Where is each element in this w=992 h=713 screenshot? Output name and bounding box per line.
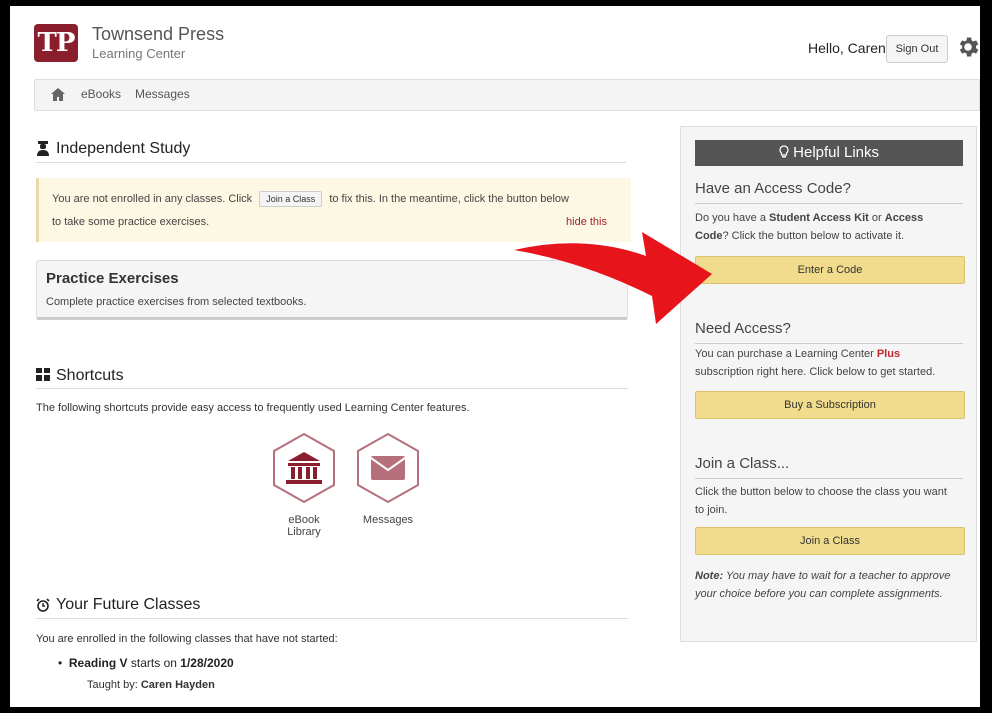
class-starts-text: starts on (130, 656, 177, 670)
access-code-text: Do you have a Student Access Kit or Acce… (695, 209, 965, 245)
shortcut-ebook-library-label[interactable]: eBook Library (264, 514, 344, 538)
nav-ebooks[interactable]: eBooks (81, 87, 121, 101)
notice-text: to fix this. In the meantime, click the … (329, 193, 569, 205)
text: Click the button below to choose the cla… (695, 486, 947, 498)
label-line: Messages (362, 514, 414, 526)
note-label: Note: (695, 570, 724, 582)
shortcuts-title: Shortcuts (56, 367, 124, 384)
brand-name: Townsend Press (92, 24, 225, 44)
divider (36, 162, 626, 163)
join-class-inline-button[interactable]: Join a Class (259, 191, 323, 207)
lightbulb-icon (779, 145, 789, 158)
join-class-title: Join a Class... (695, 455, 790, 472)
text: or (868, 212, 885, 224)
notice-text: You are not enrolled in any classes. Cli… (52, 193, 253, 205)
user-greeting: Hello, Caren (808, 40, 886, 56)
join-class-text: Click the button below to choose the cla… (695, 483, 965, 519)
practice-subtitle: Complete practice exercises from selecte… (46, 296, 307, 308)
class-start-date: 1/28/2020 (180, 656, 234, 670)
divider (695, 478, 963, 479)
sign-out-button[interactable]: Sign Out (886, 35, 948, 63)
text-bold: Student Access Kit (769, 212, 869, 224)
brand-subtitle: Learning Center (92, 46, 186, 61)
teacher-name: Caren Hayden (140, 679, 215, 691)
shortcuts-description: The following shortcuts provide easy acc… (36, 402, 470, 414)
alarm-clock-icon (36, 598, 50, 612)
top-nav: eBooks Messages (34, 79, 980, 111)
app-frame: TP Townsend Press Learning Center Hello,… (10, 6, 980, 707)
need-access-text: You can purchase a Learning Center Plus s… (695, 345, 965, 381)
helpful-links-title: Helpful Links (793, 144, 880, 161)
helpful-links-header: Helpful Links (695, 140, 963, 166)
independent-study-title: Independent Study (56, 140, 191, 157)
shortcut-messages-label[interactable]: Messages (348, 514, 428, 526)
practice-title: Practice Exercises (46, 270, 179, 287)
bullet-dot: • (58, 656, 69, 670)
class-item: • Reading V starts on 1/28/2020 (58, 656, 234, 670)
class-name: Reading V (68, 656, 128, 670)
text: ? Click the button below to activate it. (722, 230, 905, 242)
divider (36, 618, 628, 619)
home-icon[interactable] (51, 88, 65, 101)
library-icon[interactable] (272, 432, 336, 504)
note-text: You may have to wait for a teacher to ap… (695, 570, 951, 600)
grid-icon (36, 368, 50, 381)
text: subscription right here. Click below to … (695, 366, 936, 378)
nav-messages[interactable]: Messages (135, 87, 190, 101)
text-bold: Access (884, 212, 924, 224)
notice-line-2: to take some practice exercises. (52, 216, 210, 228)
future-classes-description: You are enrolled in the following classe… (36, 633, 338, 645)
join-note: Note: You may have to wait for a teacher… (695, 567, 965, 603)
divider (36, 388, 628, 389)
logo[interactable]: TP (34, 24, 78, 62)
taught-by-label: Taught by: (87, 679, 138, 691)
gear-icon[interactable] (955, 34, 980, 60)
text: You can purchase a Learning Center (695, 348, 877, 360)
text: Do you have a (695, 212, 769, 224)
class-teacher-line: Taught by: Caren Hayden (87, 679, 215, 691)
future-classes-title: Your Future Classes (56, 596, 201, 613)
divider (695, 343, 963, 344)
join-class-button[interactable]: Join a Class (695, 527, 965, 555)
helpful-links-panel: Helpful Links Have an Access Code? Do yo… (680, 126, 977, 642)
access-code-title: Have an Access Code? (695, 180, 851, 197)
text: to join. (695, 504, 728, 516)
label-line: eBook (288, 514, 320, 526)
envelope-icon[interactable] (356, 432, 420, 504)
enter-code-button[interactable]: Enter a Code (695, 256, 965, 284)
plus-highlight: Plus (876, 348, 901, 360)
buy-subscription-button[interactable]: Buy a Subscription (695, 391, 965, 419)
label-line: Library (287, 526, 321, 538)
divider (695, 203, 963, 204)
hide-notice-link[interactable]: hide this (566, 216, 607, 228)
notice-line-1: You are not enrolled in any classes. Cli… (52, 191, 569, 207)
red-arrow-annotation (514, 232, 712, 324)
student-icon (37, 141, 49, 156)
header: TP Townsend Press Learning Center Hello,… (10, 6, 980, 74)
